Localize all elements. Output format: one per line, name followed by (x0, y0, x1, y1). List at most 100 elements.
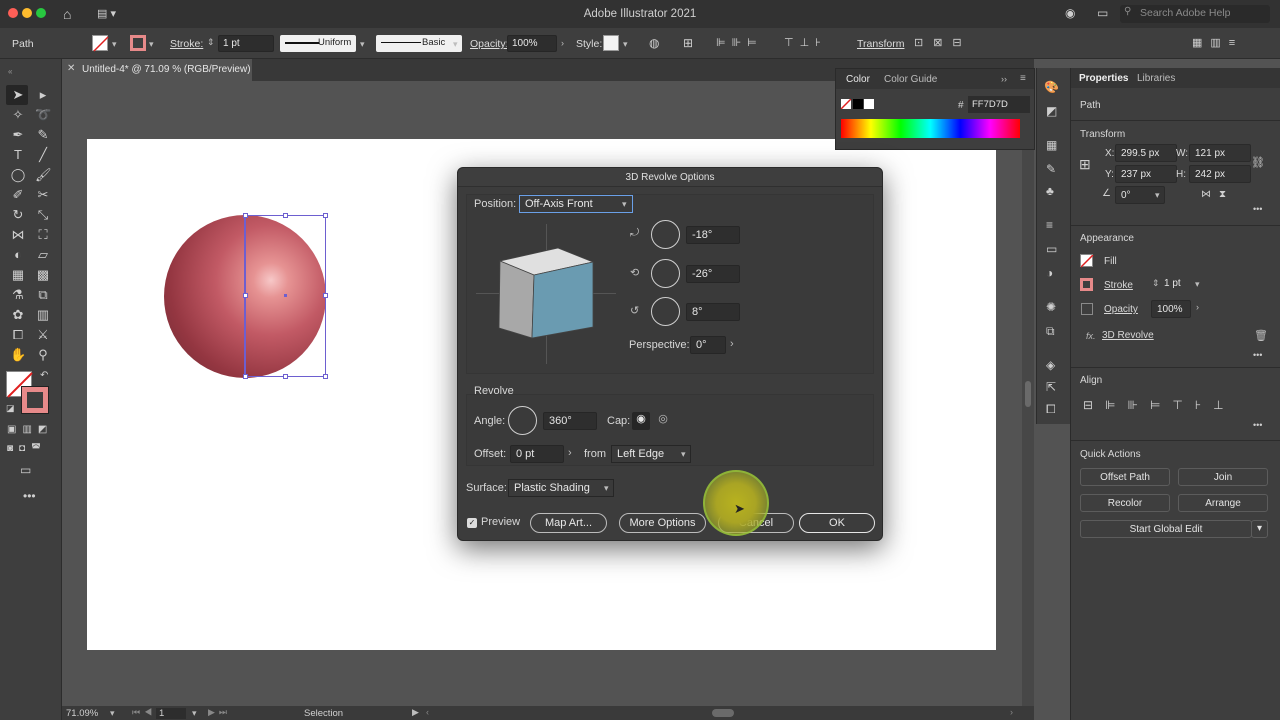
position-dropdown-chevron-icon[interactable]: ▾ (622, 199, 627, 210)
black-swatch[interactable] (853, 99, 863, 109)
swap-fill-stroke-icon[interactable]: ↶ (40, 370, 48, 381)
close-tab-icon[interactable]: ✕ (67, 63, 75, 74)
bounding-handle[interactable] (283, 374, 288, 379)
color-guide-icon[interactable]: ◩ (1046, 104, 1057, 118)
align-vertical-icons[interactable]: ⊤⊥⊦ (784, 36, 827, 49)
start-global-edit-button[interactable]: Start Global Edit (1080, 520, 1252, 538)
stroke-weight-field[interactable]: 1 pt (218, 35, 274, 52)
transform-link[interactable]: Transform (857, 38, 904, 50)
opacity-label[interactable]: Opacity: (470, 38, 509, 50)
offset-field[interactable]: 0 pt (510, 445, 564, 463)
opacity-field[interactable]: 100% (1151, 300, 1191, 318)
stroke-label[interactable]: Stroke: (170, 38, 203, 50)
ellipse-tool-icon[interactable]: ◯ (10, 168, 26, 182)
reference-point-icon[interactable]: ⊞ (1079, 156, 1091, 173)
symbol-sprayer-tool-icon[interactable]: ✿ (10, 308, 26, 322)
shape-align-to-icon[interactable]: ⊞ (683, 36, 693, 50)
tab-properties[interactable]: Properties (1079, 73, 1128, 84)
align-horizontal-icons[interactable]: ⊫⊪⊨ (716, 36, 763, 49)
artboards-icon[interactable]: ⧠ (1046, 402, 1056, 417)
horizontal-scroll-thumb[interactable] (712, 709, 734, 717)
gradient-tool-icon[interactable]: ▩ (35, 268, 51, 282)
appearance-stroke-swatch[interactable] (1080, 278, 1093, 291)
appearance-icon[interactable]: ✺ (1046, 300, 1056, 314)
rotate-y-field[interactable]: -26° (686, 265, 740, 283)
rotate-y-dial[interactable] (651, 259, 680, 288)
revolve-angle-dial[interactable] (508, 406, 537, 435)
offset-path-button[interactable]: Offset Path (1080, 468, 1170, 486)
tab-color[interactable]: Color (846, 74, 870, 85)
slice-tool-icon[interactable]: ⚔ (35, 328, 51, 342)
flip-icons[interactable]: ⋈⧗ (1201, 189, 1234, 200)
width-tool-icon[interactable]: ⋈ (10, 228, 26, 242)
status-menu-arrow-icon[interactable]: ▶ (412, 707, 419, 718)
rotate-tool-icon[interactable]: ↻ (10, 208, 26, 222)
lasso-tool-icon[interactable]: ➰ (35, 108, 51, 122)
opacity-field[interactable]: 100% (507, 35, 557, 52)
tab-color-guide[interactable]: Color Guide (884, 74, 937, 85)
w-field[interactable]: 121 px (1189, 144, 1251, 162)
fill-swatch[interactable] (92, 35, 109, 52)
align-buttons-icons[interactable]: ⊟⊫⊪⊨⊤⊦⊥ (1083, 398, 1236, 412)
fill-dropdown-chevron-icon[interactable]: ▾ (112, 39, 117, 50)
artboard-next-icons[interactable]: ▶⏭ (208, 707, 231, 718)
ok-button[interactable]: OK (799, 513, 875, 533)
rotate-x-field[interactable]: -18° (686, 226, 740, 244)
mesh-tool-icon[interactable]: ▦ (10, 268, 26, 282)
stroke-weight-value[interactable]: 1 pt (1164, 278, 1181, 289)
more-align-options-icon[interactable]: ••• (1253, 420, 1262, 430)
white-swatch[interactable] (864, 99, 874, 109)
curvature-tool-icon[interactable]: ✎ (35, 128, 51, 142)
help-search-input[interactable]: Search Adobe Help (1120, 5, 1270, 23)
rotate-z-dial[interactable] (651, 297, 680, 326)
shaper-tool-icon[interactable]: ✐ (10, 188, 26, 202)
edit-toolbar-icon[interactable]: ••• (23, 489, 36, 503)
color-panel-icon[interactable]: 🎨 (1044, 80, 1059, 94)
rotate-z-field[interactable]: 8° (686, 303, 740, 321)
opacity-label[interactable]: Opacity (1104, 304, 1138, 315)
stroke-stepper-icon[interactable]: ⇕ (207, 37, 215, 48)
position-dropdown[interactable]: Off-Axis Front (519, 195, 633, 213)
artboard-tool-icon[interactable]: ⧠ (10, 328, 26, 342)
brush-definition[interactable]: Basic (376, 35, 462, 52)
opacity-arrow-icon[interactable]: › (561, 38, 564, 48)
layers-icon[interactable]: ◈ (1046, 358, 1055, 372)
scroll-left-icon[interactable]: ‹ (426, 707, 429, 717)
panel-toggle-icon[interactable]: ▭ (1097, 6, 1108, 20)
pen-tool-icon[interactable]: ✒ (10, 128, 26, 142)
stroke-panel-icon[interactable]: ≡ (1046, 218, 1053, 232)
effect-3d-revolve-link[interactable]: 3D Revolve (1102, 330, 1154, 341)
h-field[interactable]: 242 px (1189, 165, 1251, 183)
free-transform-tool-icon[interactable]: ⛶ (35, 228, 51, 242)
surface-dropdown[interactable]: Plastic Shading (508, 479, 614, 497)
surface-dropdown-chevron-icon[interactable]: ▾ (604, 483, 609, 494)
tab-libraries[interactable]: Libraries (1137, 73, 1175, 84)
default-fill-stroke-icon[interactable]: ◪ (6, 403, 15, 414)
hand-tool-icon[interactable]: ✋ (10, 348, 26, 362)
track-cube-icon[interactable] (496, 244, 596, 344)
shape-builder-tool-icon[interactable]: ◐ (10, 248, 26, 262)
more-options-button[interactable]: More Options (619, 513, 706, 533)
constrain-proportions-icon[interactable]: ⛓ (1251, 156, 1265, 169)
collapse-tools-icon[interactable]: « (8, 67, 12, 76)
document-tab[interactable]: Untitled-4* @ 71.09 % (RGB/Preview) (62, 59, 252, 81)
brush-dropdown-chevron-icon[interactable]: ▾ (453, 39, 458, 50)
x-field[interactable]: 299.5 px (1115, 144, 1177, 162)
bounding-handle[interactable] (243, 293, 248, 298)
minimize-window-button[interactable] (22, 8, 32, 18)
perspective-field[interactable]: 0° (690, 336, 726, 354)
line-tool-icon[interactable]: ╱ (35, 148, 51, 162)
offset-arrow-icon[interactable]: › (568, 447, 572, 459)
artboard-dropdown-chevron-icon[interactable]: ▾ (192, 708, 197, 719)
bounding-handle[interactable] (323, 293, 328, 298)
artboard-number-field[interactable]: 1 (156, 708, 186, 719)
close-window-button[interactable] (8, 8, 18, 18)
workspace-switcher-icon[interactable]: ▤ ▾ (97, 7, 116, 20)
color-mode-icons[interactable]: ▣▥◩ (7, 424, 53, 435)
type-tool-icon[interactable]: T (10, 148, 26, 162)
cap-on-icon[interactable]: ◉ (632, 412, 650, 430)
home-icon[interactable]: ⌂ (63, 6, 71, 22)
scissors-tool-icon[interactable]: ✂ (35, 188, 51, 202)
color-spectrum[interactable] (841, 119, 1020, 138)
stroke-label[interactable]: Stroke (1104, 280, 1133, 291)
